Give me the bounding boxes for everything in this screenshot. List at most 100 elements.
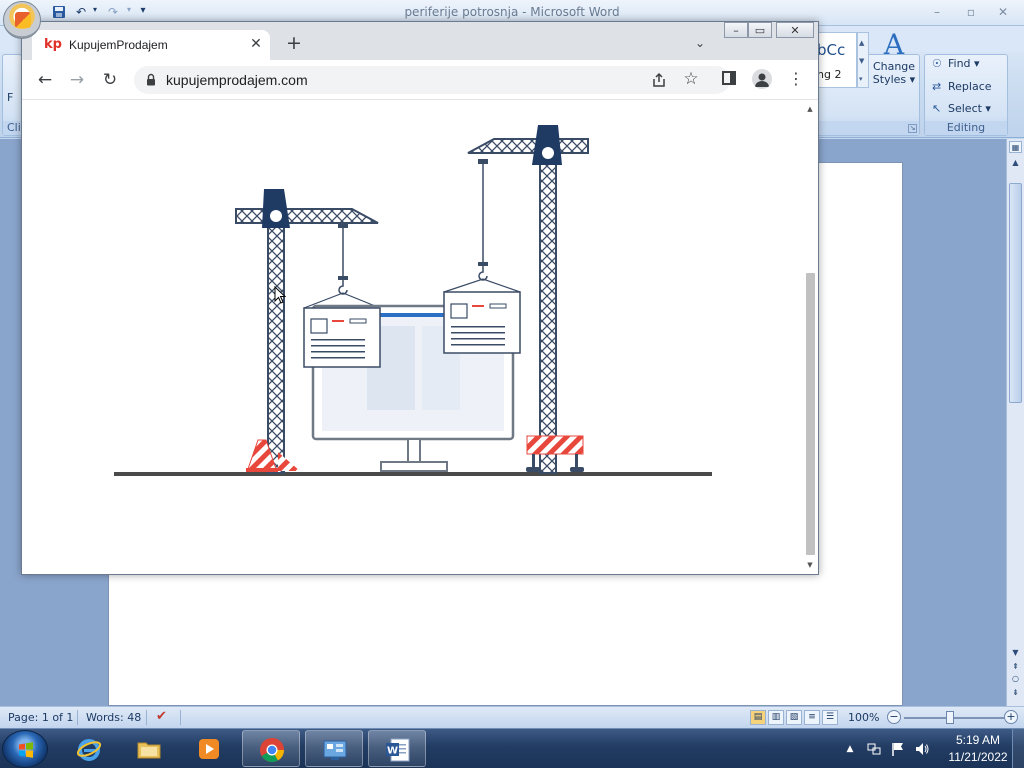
draft-view-icon[interactable]: ☰	[822, 710, 838, 725]
word-count[interactable]: Words: 48	[86, 711, 141, 724]
tab-search-icon[interactable]: ⌄	[692, 36, 708, 52]
clipboard-group-label: Cli	[3, 121, 21, 135]
ruler-toggle-icon[interactable]: ▦	[1009, 141, 1022, 153]
browser-toolbar: ← → ↻ kupujemprodajem.com ☆ ⋮	[22, 60, 818, 100]
chrome-icon	[260, 738, 284, 763]
browser-tab-active[interactable]: kp KupujemProdajem ✕	[32, 30, 270, 60]
zoom-in-icon[interactable]: +	[1004, 710, 1018, 724]
office-button[interactable]	[3, 1, 41, 39]
style-gallery-item-1[interactable]: bCc	[817, 41, 845, 59]
new-tab-icon[interactable]: +	[285, 34, 303, 53]
taskbar-chrome[interactable]	[242, 730, 300, 767]
document-scroll-thumb[interactable]	[1009, 183, 1022, 403]
clipboard-partial-label: F	[7, 91, 14, 104]
editing-group-label: Editing	[925, 121, 1007, 135]
show-desktop-button[interactable]	[1012, 729, 1024, 768]
zoom-out-icon[interactable]: −	[887, 710, 901, 724]
office-logo-icon	[15, 12, 31, 28]
windows-taskbar: W ▲ 5:19 AM 11/21/2022	[0, 728, 1024, 768]
side-panel-icon[interactable]	[722, 71, 736, 85]
right-hanging-panel	[443, 291, 521, 354]
replace-label: Replace	[948, 80, 992, 93]
page-scroll-up-icon[interactable]: ▲	[805, 104, 815, 114]
next-page-icon[interactable]: ⇟	[1009, 687, 1022, 699]
word-icon: W	[386, 738, 410, 762]
scroll-up-icon[interactable]: ▲	[1009, 157, 1022, 169]
clock-time[interactable]: 5:19 AM	[940, 733, 1016, 747]
forward-arrow-icon[interactable]: →	[66, 69, 88, 91]
word-statusbar: Page: 1 of 1 Words: 48 ✔ ▤ ▥ ▧ ≡ ☰ 100% …	[0, 706, 1024, 728]
folder-icon	[137, 742, 161, 759]
change-styles-label-1: Change	[872, 60, 916, 73]
taskbar-word[interactable]: W	[368, 730, 426, 767]
select-button[interactable]: ↖ Select ▾	[932, 102, 991, 120]
page-scrollbar[interactable]: ▲ ▼	[802, 101, 818, 574]
print-layout-view-icon[interactable]: ▤	[750, 710, 766, 725]
browse-object-icon[interactable]: ○	[1009, 673, 1022, 685]
scroll-down-icon[interactable]: ▼	[1009, 647, 1022, 659]
control-panel-icon	[323, 740, 347, 760]
page-viewport	[22, 101, 802, 574]
back-arrow-icon[interactable]: ←	[34, 69, 56, 91]
previous-page-icon[interactable]: ⇞	[1009, 661, 1022, 673]
full-screen-reading-icon[interactable]: ▥	[768, 710, 784, 725]
share-icon[interactable]	[650, 71, 668, 89]
replace-icon: ⇄	[932, 80, 942, 93]
taskbar-control-panel[interactable]	[305, 730, 363, 767]
select-label: Select ▾	[948, 102, 991, 115]
show-hidden-icons-button[interactable]: ▲	[842, 741, 858, 757]
gallery-more-icon[interactable]: ▾	[859, 75, 863, 83]
change-styles-icon: A	[883, 28, 905, 61]
page-scroll-down-icon[interactable]: ▼	[805, 560, 815, 570]
taskbar-media-player[interactable]	[180, 730, 238, 767]
volume-icon[interactable]	[914, 741, 930, 757]
zoom-slider-track[interactable]	[904, 717, 1004, 719]
word-minimize-button[interactable]: –	[924, 3, 950, 21]
style-gallery-item-2[interactable]: ng 2	[817, 68, 841, 81]
browser-maximize-button[interactable]: ▭	[748, 22, 772, 38]
profile-avatar-icon[interactable]	[752, 69, 772, 89]
change-styles-button[interactable]: A Change Styles ▾	[872, 30, 916, 94]
browser-close-button[interactable]: ✕	[776, 22, 814, 38]
browser-minimize-button[interactable]: –	[724, 22, 748, 38]
document-scrollbar[interactable]: ▦ ▲ ▼ ⇞ ○ ⇟	[1006, 139, 1024, 706]
action-center-flag-icon[interactable]	[890, 741, 906, 757]
kp-favicon-icon: kp	[44, 37, 62, 52]
ground-line	[114, 472, 712, 476]
bookmark-star-icon[interactable]: ☆	[682, 69, 700, 89]
clock-date[interactable]: 11/21/2022	[940, 750, 1016, 764]
left-hanging-panel	[303, 307, 381, 368]
tab-close-icon[interactable]: ✕	[248, 36, 264, 52]
find-button[interactable]: ☉ Find ▾	[932, 57, 980, 75]
word-maximize-button[interactable]: ▫	[958, 3, 984, 21]
start-button[interactable]	[2, 730, 48, 768]
taskbar-internet-explorer[interactable]	[60, 730, 118, 767]
browser-menu-icon[interactable]: ⋮	[788, 69, 804, 89]
address-bar[interactable]: kupujemprodajem.com ☆	[134, 66, 730, 94]
word-close-button[interactable]: ✕	[990, 3, 1016, 21]
media-player-icon	[199, 739, 219, 759]
browser-window: kp KupujemProdajem ✕ + ⌄ – ▭ ✕ ← → ↻ kup…	[21, 21, 819, 575]
lock-icon[interactable]	[146, 73, 156, 86]
replace-button[interactable]: ⇄ Replace	[932, 80, 992, 98]
zoom-level[interactable]: 100%	[848, 711, 879, 724]
page-count[interactable]: Page: 1 of 1	[8, 711, 73, 724]
ribbon-group-clipboard: F Cli	[2, 54, 22, 136]
styles-dialog-launcher-icon[interactable]: ↘	[908, 124, 917, 133]
find-icon: ☉	[932, 57, 942, 70]
gallery-up-icon[interactable]: ▲	[859, 39, 864, 47]
status-separator	[180, 710, 181, 725]
outline-view-icon[interactable]: ≡	[804, 710, 820, 725]
network-icon[interactable]	[866, 741, 882, 757]
url-text[interactable]: kupujemprodajem.com	[166, 72, 308, 88]
gallery-down-icon[interactable]: ▼	[859, 57, 864, 65]
internet-explorer-icon	[76, 739, 102, 761]
taskbar-file-explorer[interactable]	[120, 730, 178, 767]
zoom-slider-thumb[interactable]	[946, 711, 954, 724]
page-scroll-thumb[interactable]	[806, 273, 815, 555]
reload-icon[interactable]: ↻	[99, 69, 121, 91]
styles-gallery-scroll[interactable]: ▲ ▼ ▾	[857, 32, 869, 88]
web-layout-icon[interactable]: ▧	[786, 710, 802, 725]
select-icon: ↖	[932, 102, 942, 115]
proofing-icon[interactable]: ✔	[156, 709, 167, 724]
